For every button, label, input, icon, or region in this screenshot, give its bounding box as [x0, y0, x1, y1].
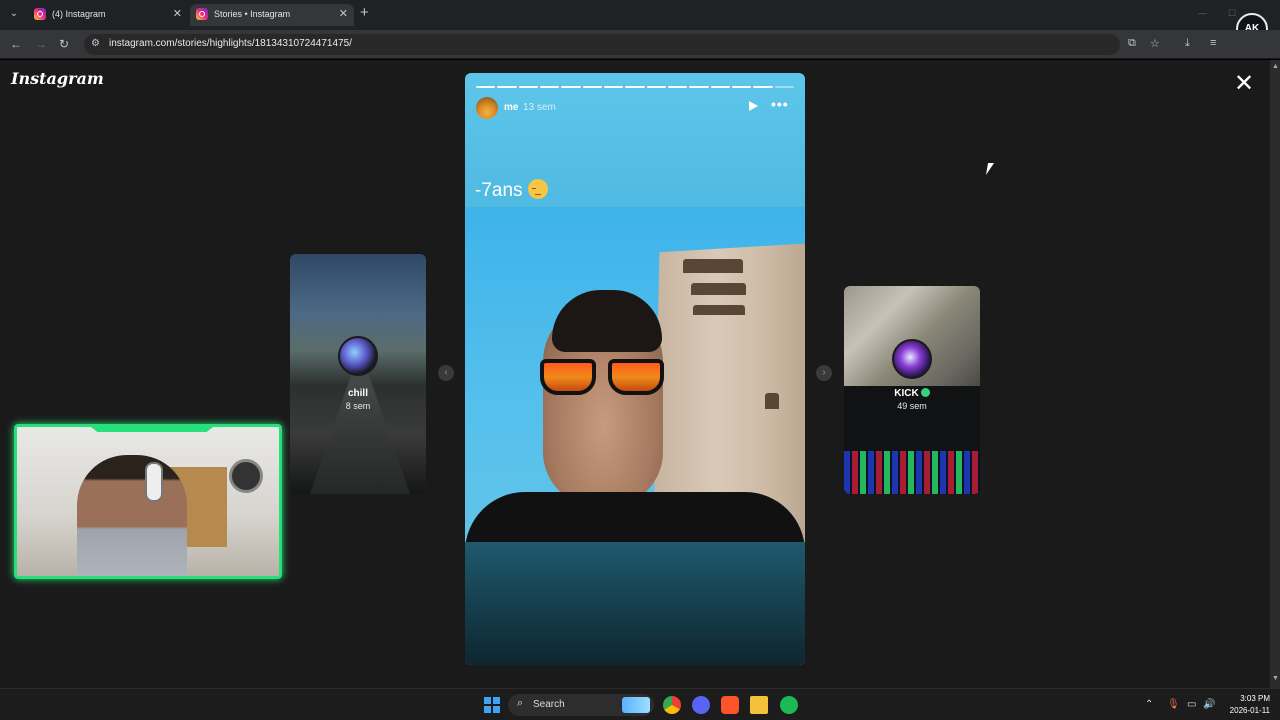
media-controls-icon[interactable]: ≡ [1210, 37, 1216, 49]
avatar [892, 339, 932, 379]
road-image [310, 364, 410, 494]
next-story-preview[interactable]: KICK 49 sem [844, 286, 980, 494]
tab-title: Stories • Instagram [214, 9, 291, 19]
close-stories-icon[interactable]: ✕ [1234, 72, 1254, 96]
tab-title: (4) Instagram [52, 9, 106, 19]
back-icon[interactable]: ← [10, 37, 22, 51]
download-icon[interactable]: ⤓ [1185, 37, 1190, 50]
play-icon[interactable] [749, 101, 758, 111]
network-icon[interactable]: ▭ [1187, 699, 1196, 710]
site-info-icon[interactable]: ⚙ [91, 38, 100, 49]
previous-story-preview[interactable]: chill 8 sem [290, 254, 426, 494]
story-age: 49 sem [897, 401, 927, 411]
show-hidden-icons-icon[interactable]: ⌃ [1145, 699, 1153, 710]
story-name-text: KICK [894, 388, 919, 399]
wall-clock-image [229, 459, 263, 493]
taskbar-search[interactable]: ⌕ Search [508, 694, 654, 716]
progress-segment [476, 86, 496, 88]
progress-segment [603, 86, 624, 88]
reload-icon[interactable]: ↻ [59, 37, 69, 51]
progress-segment [646, 86, 666, 88]
progress-segment [561, 86, 581, 88]
instagram-stories-page: Instagram ✕ chill 8 sem ‹ › KICK 49 sem … [0, 60, 1270, 688]
page-scrollbar[interactable]: ▲ ▼ [1270, 60, 1280, 688]
progress-segment [497, 86, 517, 88]
forward-icon[interactable]: → [35, 37, 47, 51]
progress-segment [753, 86, 773, 88]
current-story[interactable]: me 13 sem ••• -7ans [465, 73, 805, 665]
progress-segment [518, 86, 538, 88]
story-age: 8 sem [345, 401, 371, 411]
tab-stories[interactable]: Stories • Instagram ✕ [190, 4, 354, 26]
browser-tab-bar: ⌄ (4) Instagram ✕ Stories • Instagram ✕ … [0, 0, 1280, 30]
tab-search-icon[interactable]: ⌄ [6, 6, 22, 22]
scroll-down-icon[interactable]: ▼ [1272, 675, 1279, 682]
windows-taskbar: ⌕ Search ⌃ 🎙 ▭ 🔊 3:03 PM 2026-01-11 [0, 688, 1280, 720]
scroll-up-icon[interactable]: ▲ [1272, 63, 1279, 70]
tab-instagram[interactable]: (4) Instagram ✕ [28, 4, 188, 26]
close-tab-icon[interactable]: ✕ [173, 7, 182, 20]
install-app-icon[interactable]: ⧉ [1128, 37, 1136, 50]
sunglasses-image [540, 359, 668, 399]
avatar[interactable] [476, 97, 498, 119]
hair-image [552, 290, 662, 352]
microphone-icon[interactable]: 🎙 [1167, 699, 1180, 710]
story-progress-bar [476, 86, 794, 88]
progress-segment [539, 86, 560, 88]
bookmark-star-icon[interactable]: ☆ [1150, 37, 1160, 50]
shirt-image [465, 492, 805, 542]
url-bar[interactable]: ⚙ instagram.com/stories/highlights/18134… [84, 34, 1120, 55]
progress-segment [667, 86, 688, 88]
volume-icon[interactable]: 🔊 [1203, 699, 1215, 710]
mouse-cursor-icon [985, 163, 995, 175]
verified-badge-icon [920, 388, 930, 397]
story-name: chill [347, 388, 368, 399]
discord-icon[interactable] [692, 696, 710, 714]
streamer-image [77, 455, 187, 576]
story-name: KICK [844, 388, 980, 399]
story-timestamp: 13 sem [523, 102, 556, 113]
instagram-favicon-icon [196, 8, 208, 20]
avatar [338, 336, 378, 376]
file-explorer-icon[interactable] [750, 696, 768, 714]
webcam-overlay [14, 424, 282, 579]
progress-segment [689, 86, 709, 88]
spotify-icon[interactable] [780, 696, 798, 714]
story-username[interactable]: me [504, 102, 518, 113]
url-text[interactable]: instagram.com/stories/highlights/1813431… [109, 38, 352, 49]
progress-segment [731, 86, 752, 88]
search-label: Search [533, 699, 565, 710]
headset-image [145, 462, 163, 502]
story-background [465, 542, 805, 665]
address-toolbar: ← → ↻ ⚙ instagram.com/stories/highlights… [0, 30, 1280, 59]
close-tab-icon[interactable]: ✕ [339, 7, 348, 20]
search-icon: ⌕ [517, 697, 524, 709]
new-tab-icon[interactable]: + [360, 5, 369, 21]
progress-segment [582, 86, 602, 88]
clock-date[interactable]: 2026-01-11 [1222, 706, 1270, 715]
more-options-icon[interactable]: ••• [771, 96, 789, 112]
progress-segment [774, 86, 794, 88]
progress-segment [625, 86, 645, 88]
story-caption: -7ans [475, 179, 548, 202]
instagram-favicon-icon [34, 8, 46, 20]
next-story-arrow-icon[interactable]: › [816, 365, 832, 381]
progress-segment [710, 86, 730, 88]
previous-story-arrow-icon[interactable]: ‹ [438, 365, 454, 381]
maximize-icon[interactable]: ☐ [1228, 8, 1236, 19]
story-photo [465, 207, 805, 542]
instagram-logo[interactable]: Instagram [11, 69, 104, 88]
clock-time[interactable]: 3:03 PM [1222, 694, 1270, 703]
keyboard-image [844, 451, 980, 494]
minimize-icon[interactable]: — [1198, 8, 1207, 18]
caption-text: -7ans [475, 180, 523, 201]
relieved-face-emoji-icon [527, 179, 548, 199]
chrome-icon[interactable] [663, 696, 681, 714]
search-highlight-image [622, 697, 650, 713]
start-windows-icon[interactable] [484, 697, 500, 713]
brave-icon[interactable] [721, 696, 739, 714]
